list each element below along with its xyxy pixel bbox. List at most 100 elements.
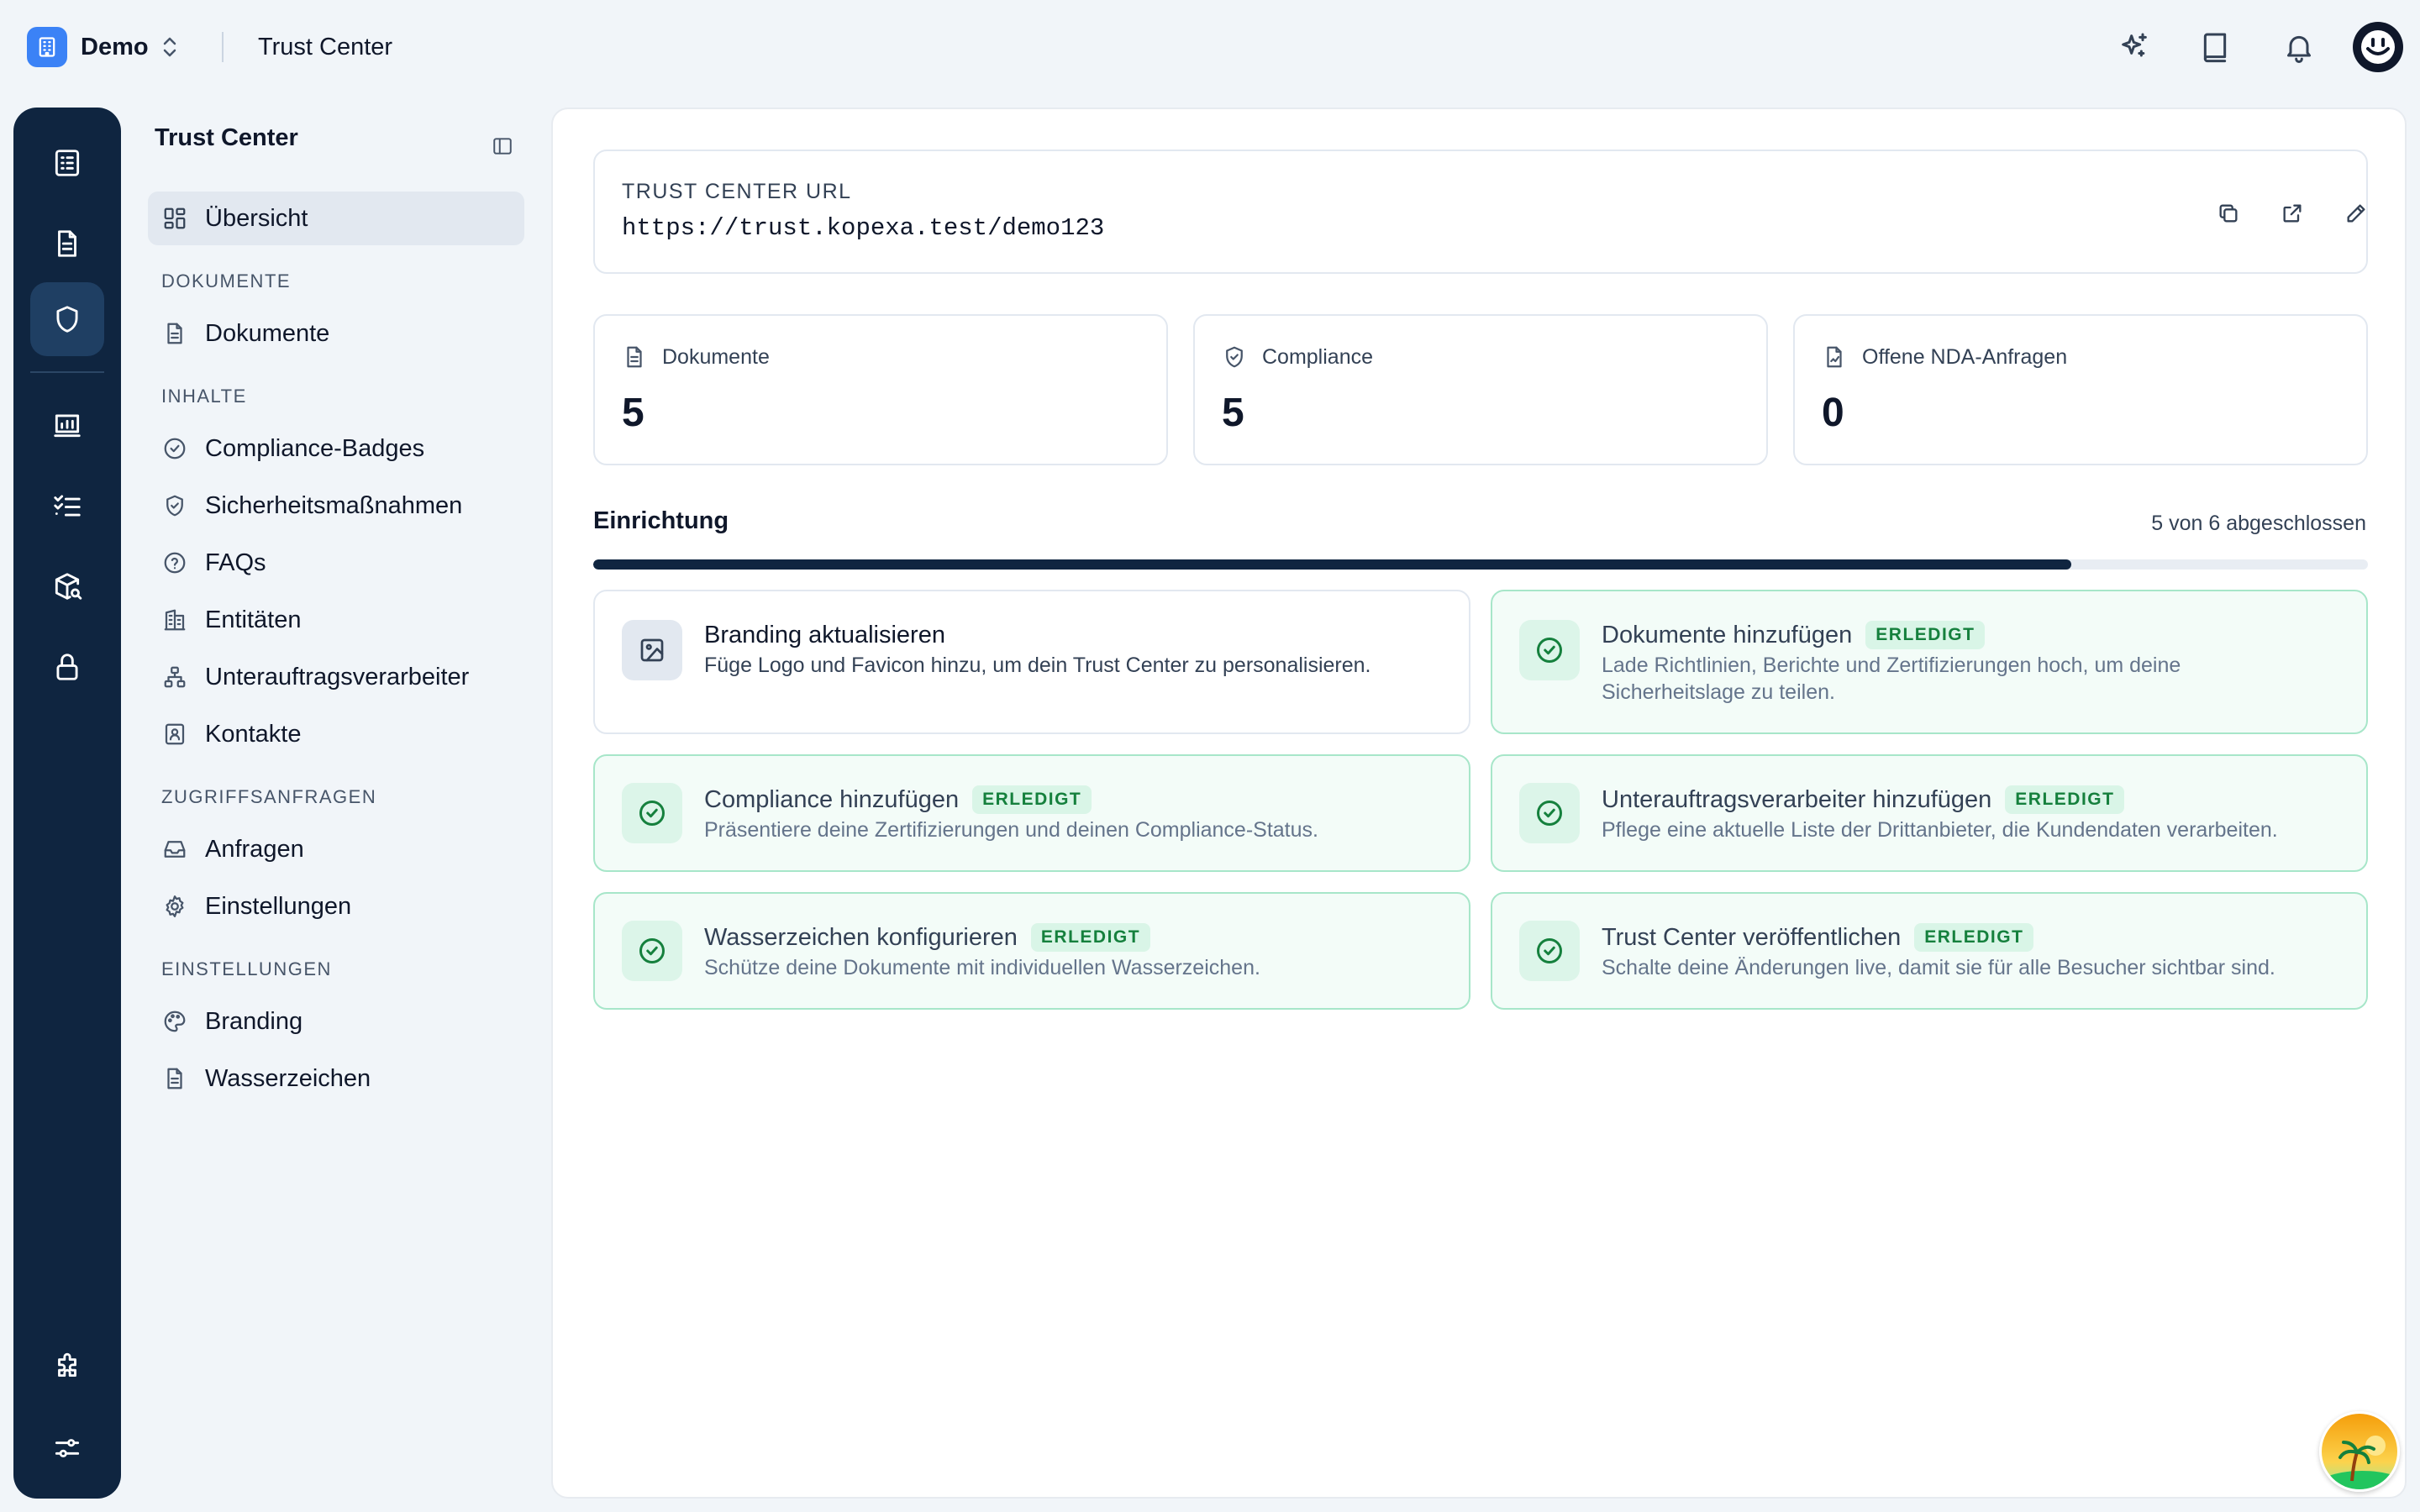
- chart-icon[interactable]: [30, 388, 104, 462]
- gear-icon: [161, 893, 188, 920]
- stat-label: Offene NDA-Anfragen: [1862, 345, 2068, 369]
- task-title: Wasserzeichen konfigurieren: [704, 924, 1018, 951]
- topbar-divider: [222, 32, 224, 62]
- sidebar-item-label: Branding: [205, 1008, 303, 1035]
- sidebar-item-watermark[interactable]: Wasserzeichen: [148, 1052, 524, 1105]
- stat-card-documents[interactable]: Dokumente 5: [593, 314, 1168, 465]
- stat-value: 5: [622, 391, 644, 435]
- sidebar-item-label: Dokumente: [205, 320, 330, 347]
- sidebar-title: Trust Center: [155, 124, 298, 151]
- book-icon[interactable]: [2191, 24, 2238, 71]
- stat-label: Compliance: [1262, 345, 1374, 369]
- file-signature-icon: [1827, 346, 1842, 368]
- task-title: Compliance hinzufügen: [704, 786, 960, 813]
- sparkles-icon[interactable]: [2111, 24, 2158, 71]
- dashboard-icon: [161, 205, 188, 232]
- document-icon: [161, 1065, 188, 1092]
- image-icon: [622, 620, 682, 680]
- task-title: Trust Center veröffentlichen: [1602, 924, 1902, 951]
- done-badge: ERLEDIGT: [1865, 621, 1986, 649]
- setup-progress-text: 5 von 6 abgeschlossen: [2151, 512, 2366, 535]
- task-description: Schütze deine Dokumente mit individuelle…: [704, 956, 1260, 979]
- task-title: Dokumente hinzufügen: [1602, 622, 1853, 648]
- external-link-icon[interactable]: [2269, 190, 2316, 237]
- stat-value: 5: [1222, 391, 1244, 435]
- task-card-branding[interactable]: Branding aktualisieren Füge Logo und Fav…: [593, 590, 1470, 734]
- task-card-subprocessors[interactable]: Unterauftragsverarbeiter hinzufügen ERLE…: [1491, 754, 2368, 872]
- sidebar-item-compliance-badges[interactable]: Compliance-Badges: [148, 422, 524, 475]
- shield-check-icon: [1226, 346, 1243, 368]
- task-title: Unterauftragsverarbeiter hinzufügen: [1602, 786, 1992, 813]
- pencil-icon[interactable]: [2333, 190, 2380, 237]
- sidebar-item-entities[interactable]: Entitäten: [148, 593, 524, 647]
- top-bar: Demo Trust Center: [0, 0, 2420, 94]
- section-contents: INHALTE: [161, 386, 247, 407]
- sidebar-item-label: Sicherheitsmaßnahmen: [205, 492, 463, 519]
- sidebar-item-overview[interactable]: Übersicht: [148, 192, 524, 245]
- section-access-requests: ZUGRIFFSANFRAGEN: [161, 786, 377, 807]
- trust-center-url-card: TRUST CENTER URL https://trust.kopexa.te…: [593, 150, 2368, 274]
- url-value[interactable]: https://trust.kopexa.test/demo123: [622, 212, 1104, 245]
- sidebar-item-label: Compliance-Badges: [205, 435, 425, 462]
- check-circle-icon: [1519, 921, 1580, 981]
- section-documents: DOKUMENTE: [161, 270, 292, 291]
- task-card-watermark[interactable]: Wasserzeichen konfigurieren ERLEDIGT Sch…: [593, 892, 1470, 1010]
- task-description: Pflege eine aktuelle Liste der Drittanbi…: [1602, 818, 2278, 842]
- stat-value: 0: [1822, 391, 1844, 435]
- task-card-compliance[interactable]: Compliance hinzufügen ERLEDIGT Präsentie…: [593, 754, 1470, 872]
- package-search-icon[interactable]: [30, 549, 104, 623]
- setup-progress-bar: [593, 559, 2368, 570]
- bell-icon[interactable]: [2275, 24, 2323, 71]
- task-title: Branding aktualisieren: [704, 622, 945, 648]
- done-badge: ERLEDIGT: [1914, 923, 2034, 952]
- shield-icon[interactable]: [30, 282, 104, 356]
- check-circle-icon: [622, 921, 682, 981]
- done-badge: ERLEDIGT: [972, 785, 1092, 814]
- user-avatar[interactable]: [2353, 22, 2403, 72]
- sidebar-item-subprocessors[interactable]: Unterauftragsverarbeiter: [148, 650, 524, 704]
- done-badge: ERLEDIGT: [2005, 785, 2125, 814]
- sidebar-item-label: FAQs: [205, 549, 266, 576]
- inbox-icon: [161, 836, 188, 863]
- chevron-up-down-icon[interactable]: [158, 32, 182, 62]
- sidebar-item-requests[interactable]: Anfragen: [148, 822, 524, 876]
- copy-icon[interactable]: [2205, 190, 2252, 237]
- check-circle-icon: [161, 435, 188, 462]
- task-description: Präsentiere deine Zertifizierungen und d…: [704, 818, 1318, 842]
- contact-card-icon: [161, 721, 188, 748]
- task-description: Füge Logo und Favicon hinzu, um dein Tru…: [704, 654, 1371, 677]
- stat-label: Dokumente: [662, 345, 770, 369]
- sidebar-collapse-icon[interactable]: [484, 128, 521, 165]
- sidebar-item-faqs[interactable]: FAQs: [148, 536, 524, 590]
- tasks-icon[interactable]: [30, 469, 104, 543]
- check-circle-icon: [1519, 620, 1580, 680]
- puzzle-icon[interactable]: [30, 1331, 104, 1404]
- sidebar-item-branding[interactable]: Branding: [148, 995, 524, 1048]
- sliders-icon[interactable]: [30, 1411, 104, 1485]
- setup-progress-fill: [593, 559, 2072, 570]
- task-card-documents[interactable]: Dokumente hinzufügen ERLEDIGT Lade Richt…: [1491, 590, 2368, 734]
- sidebar-item-contacts[interactable]: Kontakte: [148, 707, 524, 761]
- workspace-name[interactable]: Demo: [81, 30, 149, 64]
- network-icon: [161, 664, 188, 690]
- sidebar-item-label: Anfragen: [205, 836, 304, 863]
- document-icon: [161, 320, 188, 347]
- stat-card-compliance[interactable]: Compliance 5: [1193, 314, 1768, 465]
- workspace-logo-icon[interactable]: [27, 27, 67, 67]
- task-card-publish[interactable]: Trust Center veröffentlichen ERLEDIGT Sc…: [1491, 892, 2368, 1010]
- main-panel: TRUST CENTER URL https://trust.kopexa.te…: [551, 108, 2407, 1499]
- done-badge: ERLEDIGT: [1030, 923, 1151, 952]
- sidebar-item-access-settings[interactable]: Einstellungen: [148, 879, 524, 933]
- checklist-icon[interactable]: [30, 126, 104, 200]
- rail-divider: [30, 371, 104, 373]
- sidebar-item-label: Einstellungen: [205, 893, 352, 920]
- sidebar-item-security-measures[interactable]: Sicherheitsmaßnahmen: [148, 479, 524, 533]
- sidebar-item-documents[interactable]: Dokumente: [148, 307, 524, 360]
- url-label: TRUST CENTER URL: [622, 180, 852, 203]
- document-icon[interactable]: [30, 207, 104, 281]
- stat-card-nda-requests[interactable]: Offene NDA-Anfragen 0: [1793, 314, 2368, 465]
- help-widget-icon[interactable]: [2319, 1411, 2400, 1492]
- task-description: Lade Richtlinien, Berichte und Zertifizi…: [1602, 654, 2181, 704]
- lock-icon[interactable]: [30, 630, 104, 704]
- check-circle-icon: [1519, 783, 1580, 843]
